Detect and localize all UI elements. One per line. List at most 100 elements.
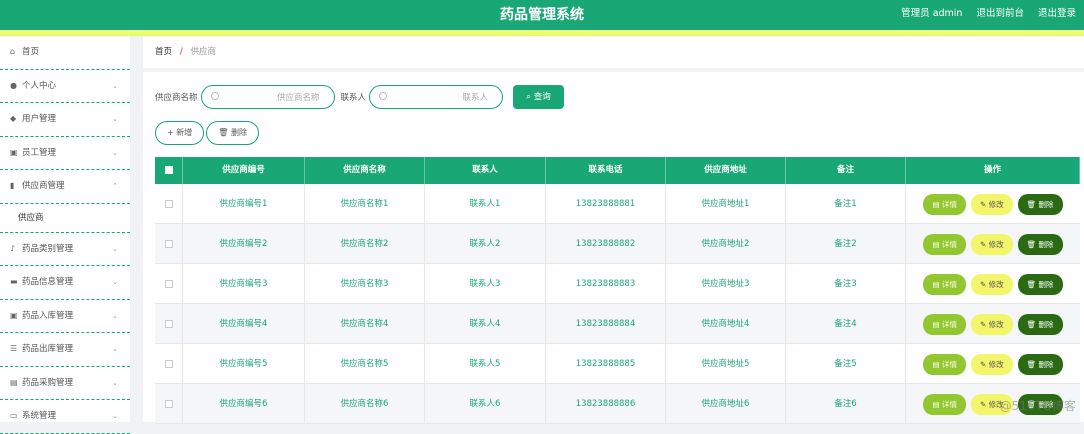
breadcrumb-current: 供应商 [190, 47, 217, 57]
sidebar-item-label: 个人中心 [22, 80, 57, 91]
cell-code: 供应商编号3 [183, 264, 305, 303]
header-cell: 联系电话 [546, 157, 666, 184]
cell-address: 供应商地址6 [666, 384, 786, 423]
cell-contact: 联系人3 [425, 264, 546, 303]
cell-name: 供应商名称2 [305, 224, 425, 263]
supplier-name-field[interactable] [200, 85, 335, 109]
edit-label: 修改 [988, 239, 1004, 249]
row-checkbox[interactable] [164, 399, 173, 408]
back-to-frontend-link[interactable]: 退出到前台 [976, 0, 1024, 28]
sidebar-item[interactable]: ▣ 药品入库管理 ⌄ [0, 300, 130, 333]
sidebar: ⌂ 首页 ● 个人中心 ⌄ ◆ 用户管理 ⌄ ▣ 员工管理 ⌄ ▮ 供应商管理 ⌃ 供应商 ♪ 药品类别管理 ⌄ ▬… [0, 36, 130, 434]
edit-button[interactable]: ✎ 修改 [970, 273, 1013, 295]
sidebar-item[interactable]: ▣ 员工管理 ⌄ [0, 137, 130, 170]
chevron-icon: ⌄ [112, 81, 118, 90]
detail-label: 详情 [941, 359, 957, 369]
supplier-name-input[interactable] [223, 90, 320, 105]
table-row: 供应商编号6 供应商名称6 联系人6 13823888886 供应商地址6 备注6 ▤ 详情… [155, 384, 1080, 424]
cell-note: 备注2 [786, 224, 906, 263]
header-cell: 供应商编号 [183, 157, 305, 184]
cell-code: 供应商编号6 [183, 384, 305, 423]
delete-label: 删除 [1038, 279, 1054, 289]
sidebar-item-label: 药品类别管理 [22, 243, 74, 254]
detail-button[interactable]: ▤ 详情 [923, 353, 966, 375]
row-actions: ▤ 详情 ✎ 修改 🗑 删除 [906, 184, 1080, 223]
cell-phone: 13823888884 [546, 304, 666, 343]
sidebar-item[interactable]: ▮ 供应商管理 ⌃ [0, 170, 130, 204]
row-checkbox[interactable] [164, 279, 173, 288]
sidebar-item[interactable]: ▭ 系统管理 ⌄ [0, 400, 130, 434]
sidebar-item[interactable]: ▤ 药品采购管理 ⌄ [0, 367, 130, 400]
trash-icon: 🗑 [1026, 279, 1039, 289]
bulk-delete-button[interactable]: 🗑 删除 [206, 121, 259, 145]
add-button[interactable]: + 新增 [155, 121, 205, 145]
chevron-icon: ⌃ [112, 182, 118, 190]
row-select-cell [155, 184, 183, 223]
detail-button[interactable]: ▤ 详情 [923, 393, 966, 415]
bar-chart-icon: ▮ [10, 181, 15, 190]
query-button[interactable]: ⌕ 查询 [513, 85, 565, 109]
sidebar-item-label: 首页 [22, 47, 40, 57]
edit-button[interactable]: ✎ 修改 [970, 233, 1013, 255]
sidebar-item[interactable]: ♪ 药品类别管理 ⌄ [0, 233, 130, 266]
sidebar-item[interactable]: ◆ 用户管理 ⌄ [0, 103, 130, 137]
row-select-cell [155, 344, 183, 383]
select-all-checkbox[interactable] [164, 165, 173, 174]
sidebar-item[interactable]: ☰ 药品出库管理 ⌄ [0, 333, 130, 367]
cell-phone: 13823888882 [546, 224, 666, 263]
sidebar-item-label: 系统管理 [22, 411, 57, 421]
trash-icon: 🗑 [1026, 319, 1039, 329]
contact-input[interactable] [392, 90, 489, 105]
cell-code: 供应商编号5 [183, 344, 305, 383]
cell-code: 供应商编号1 [183, 184, 305, 223]
delete-button[interactable]: 🗑 删除 [1017, 313, 1063, 335]
detail-label: 详情 [941, 399, 957, 409]
delete-button[interactable]: 🗑 删除 [1017, 193, 1063, 215]
watermark: @51CTO博客 [999, 399, 1076, 413]
contact-field[interactable] [369, 85, 504, 109]
cell-address: 供应商地址2 [666, 224, 786, 263]
detail-icon: ▤ [932, 199, 942, 209]
edit-button[interactable]: ✎ 修改 [970, 193, 1013, 215]
detail-button[interactable]: ▤ 详情 [923, 313, 966, 335]
row-checkbox[interactable] [164, 319, 173, 328]
breadcrumb-home[interactable]: 首页 [155, 47, 172, 57]
list-icon: ☰ [10, 344, 18, 353]
detail-label: 详情 [941, 239, 957, 249]
row-checkbox[interactable] [164, 239, 173, 248]
detail-icon: ▤ [932, 359, 942, 369]
edit-button[interactable]: ✎ 修改 [970, 313, 1013, 335]
trash-icon: 🗑 [1026, 199, 1039, 209]
table-row: 供应商编号2 供应商名称2 联系人2 13823888882 供应商地址2 备注2 ▤ 详情… [155, 224, 1080, 264]
detail-button[interactable]: ▤ 详情 [923, 193, 966, 215]
bulk-delete-label: 删除 [230, 128, 247, 137]
box-icon: ▤ [10, 377, 18, 387]
cell-phone: 13823888885 [546, 344, 666, 383]
delete-button[interactable]: 🗑 删除 [1017, 273, 1063, 295]
cell-address: 供应商地址3 [666, 264, 786, 303]
detail-button[interactable]: ▤ 详情 [923, 233, 966, 255]
row-checkbox[interactable] [164, 359, 173, 368]
sidebar-item[interactable]: ▬ 药品信息管理 ⌄ [0, 266, 130, 300]
detail-label: 详情 [941, 279, 957, 289]
briefcase-icon: ▬ [10, 277, 18, 286]
top-bar: 药品管理系统 管理员 admin 退出到前台 退出登录 [0, 0, 1084, 30]
header-cell: 供应商名称 [305, 157, 425, 184]
delete-button[interactable]: 🗑 删除 [1017, 233, 1063, 255]
breadcrumb-separator: / [179, 47, 183, 57]
row-actions: ▤ 详情 ✎ 修改 🗑 删除 [906, 304, 1080, 343]
sidebar-subitem-supplier[interactable]: 供应商 [0, 203, 130, 233]
edit-button[interactable]: ✎ 修改 [970, 353, 1013, 375]
edit-label: 修改 [988, 279, 1004, 289]
cell-address: 供应商地址4 [666, 304, 786, 343]
detail-button[interactable]: ▤ 详情 [923, 273, 966, 295]
sidebar-item-label: 员工管理 [22, 147, 57, 158]
delete-button[interactable]: 🗑 删除 [1017, 353, 1063, 375]
chevron-icon: ⌄ [112, 412, 118, 420]
supplier-name-label: 供应商名称 [155, 93, 198, 103]
edit-icon: ✎ [979, 359, 989, 369]
sidebar-item[interactable]: ⌂ 首页 [0, 36, 130, 70]
row-checkbox[interactable] [164, 199, 173, 208]
sidebar-item[interactable]: ● 个人中心 ⌄ [0, 70, 130, 103]
logout-link[interactable]: 退出登录 [1038, 0, 1076, 28]
